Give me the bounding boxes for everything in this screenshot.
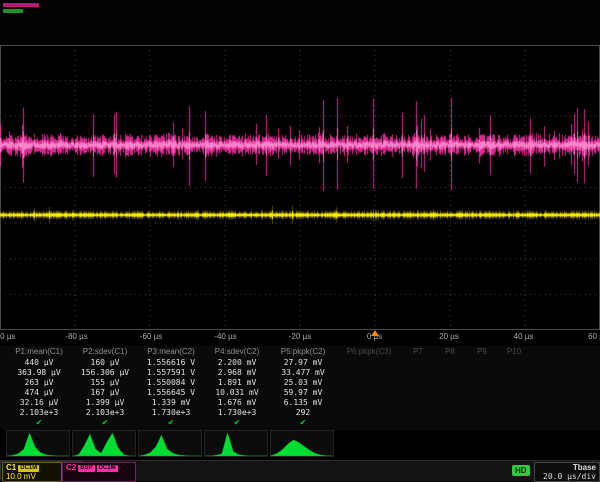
measure-status-check: ✔ bbox=[102, 418, 109, 428]
measure-status-check: ✔ bbox=[300, 418, 307, 428]
measure-value: 1.730e+3 bbox=[152, 408, 191, 418]
measure-status-check: ✔ bbox=[36, 418, 43, 428]
measure-header[interactable]: P2:sdev(C1) bbox=[83, 346, 127, 358]
measure-value: 1.399 µV bbox=[86, 398, 125, 408]
measure-column-9[interactable]: P9 bbox=[466, 346, 498, 358]
measure-value: 32.16 µV bbox=[20, 398, 59, 408]
channel-c1-label: C1 bbox=[6, 464, 16, 472]
coupling-chip: DC1M bbox=[18, 465, 39, 472]
measure-value: 1.557591 V bbox=[147, 368, 195, 378]
measure-value: 1.339 mV bbox=[152, 398, 191, 408]
measure-header[interactable]: P6:pkpk(C3) bbox=[347, 346, 391, 358]
measure-value: 292 bbox=[296, 408, 310, 418]
time-label: -60 µs bbox=[140, 332, 162, 341]
measure-header[interactable]: P1:mean(C1) bbox=[15, 346, 63, 358]
channel-c2-chips: BSPDC1M bbox=[78, 465, 117, 472]
measure-value: 6.135 mV bbox=[284, 398, 323, 408]
measure-value: 263 µV bbox=[25, 378, 54, 388]
time-label: -40 µs bbox=[214, 332, 236, 341]
timebase-label: Tbase bbox=[573, 464, 596, 472]
measure-value: 59.97 mV bbox=[284, 388, 323, 398]
histogram-shape bbox=[7, 431, 69, 456]
measure-value: 33.477 mV bbox=[281, 368, 324, 378]
measure-column-7[interactable]: P7 bbox=[402, 346, 434, 358]
histogram-shape bbox=[139, 431, 201, 456]
time-label: -100 µs bbox=[0, 332, 15, 341]
channel-c2-label: C2 bbox=[66, 464, 76, 472]
measure-status-check: ✔ bbox=[234, 418, 241, 428]
measure-column-3[interactable]: P3:mean(C2)1.556616 V1.557591 V1.550084 … bbox=[138, 346, 204, 428]
corner-annotation-line2 bbox=[3, 9, 23, 13]
histogram-shape bbox=[73, 431, 135, 456]
measure-header[interactable]: P8 bbox=[445, 346, 455, 358]
coupling-chip: BSP bbox=[78, 465, 94, 472]
waveform-traces bbox=[0, 45, 600, 330]
measure-value: 27.97 mV bbox=[284, 358, 323, 368]
measure-value: 474 µV bbox=[25, 388, 54, 398]
descriptor-bar: C1 DC1M 10.0 mV C2 BSPDC1M + HD Tbase 20… bbox=[0, 460, 600, 481]
measure-value: 1.676 mV bbox=[218, 398, 257, 408]
measure-value: 440 µV bbox=[25, 358, 54, 368]
measure-value: 1.891 mV bbox=[218, 378, 257, 388]
measure-value: 2.968 mV bbox=[218, 368, 257, 378]
time-label: 20 µs bbox=[439, 332, 459, 341]
measure-header[interactable]: P3:mean(C2) bbox=[147, 346, 195, 358]
measure-column-10[interactable]: P10 bbox=[498, 346, 530, 358]
coupling-chip: DC1M bbox=[97, 465, 118, 472]
corner-annotation bbox=[3, 3, 39, 13]
measure-column-4[interactable]: P4:sdev(C2)2.200 mV2.968 mV1.891 mV10.03… bbox=[204, 346, 270, 428]
measure-value: 167 µV bbox=[91, 388, 120, 398]
measure-header[interactable]: P7 bbox=[413, 346, 423, 358]
trigger-position-marker[interactable] bbox=[371, 330, 379, 336]
histicon-5[interactable] bbox=[270, 430, 334, 457]
time-axis: -100 µs-80 µs-60 µs-40 µs-20 µs0 µs20 µs… bbox=[0, 332, 600, 345]
measure-column-8[interactable]: P8 bbox=[434, 346, 466, 358]
histicon-row bbox=[6, 430, 334, 457]
histogram-shape bbox=[271, 431, 333, 456]
histicon-2[interactable] bbox=[72, 430, 136, 457]
histicon-4[interactable] bbox=[204, 430, 268, 457]
channel-c2-descriptor[interactable]: C2 BSPDC1M bbox=[62, 462, 136, 482]
measure-value: 156.306 µV bbox=[81, 368, 129, 378]
time-label: -80 µs bbox=[65, 332, 87, 341]
measure-table: P1:mean(C1)440 µV363.98 µV263 µV474 µV32… bbox=[0, 346, 600, 430]
measure-header[interactable]: P5:pkpk(C2) bbox=[281, 346, 325, 358]
measure-value: 1.730e+3 bbox=[218, 408, 257, 418]
hd-mode-badge[interactable]: HD bbox=[512, 465, 530, 476]
measure-column-5[interactable]: P5:pkpk(C2)27.97 mV33.477 mV25.03 mV59.9… bbox=[270, 346, 336, 428]
measure-value: 2.200 mV bbox=[218, 358, 257, 368]
corner-annotation-line1 bbox=[3, 3, 39, 7]
measure-value: 2.103e+3 bbox=[20, 408, 59, 418]
histicon-1[interactable] bbox=[6, 430, 70, 457]
measure-value: 2.103e+3 bbox=[86, 408, 125, 418]
waveform-display[interactable] bbox=[0, 45, 600, 330]
time-label: 40 µs bbox=[514, 332, 534, 341]
measure-value: 1.556616 V bbox=[147, 358, 195, 368]
measure-value: 363.98 µV bbox=[17, 368, 60, 378]
measure-value: 10.031 mV bbox=[215, 388, 258, 398]
channel-c1-descriptor[interactable]: C1 DC1M 10.0 mV bbox=[2, 462, 62, 482]
timebase-descriptor[interactable]: Tbase 20.0 µs/div bbox=[534, 462, 600, 482]
measure-header[interactable]: P10 bbox=[507, 346, 521, 358]
measure-value: 25.03 mV bbox=[284, 378, 323, 388]
measure-header[interactable]: P9 bbox=[477, 346, 487, 358]
measure-column-6[interactable]: P6:pkpk(C3) bbox=[336, 346, 402, 358]
measure-value: 1.556645 V bbox=[147, 388, 195, 398]
measure-status-check: ✔ bbox=[168, 418, 175, 428]
histogram-shape bbox=[205, 431, 267, 456]
time-label: 60 µs bbox=[588, 332, 600, 341]
channel-c1-chips: DC1M bbox=[18, 465, 39, 472]
measure-value: 160 µV bbox=[91, 358, 120, 368]
histicon-3[interactable] bbox=[138, 430, 202, 457]
measure-value: 155 µV bbox=[91, 378, 120, 388]
measure-column-2[interactable]: P2:sdev(C1)160 µV156.306 µV155 µV167 µV1… bbox=[72, 346, 138, 428]
top-strip bbox=[0, 0, 600, 45]
measure-value: 1.550084 V bbox=[147, 378, 195, 388]
time-label: -20 µs bbox=[289, 332, 311, 341]
measure-column-1[interactable]: P1:mean(C1)440 µV363.98 µV263 µV474 µV32… bbox=[6, 346, 72, 428]
measure-header[interactable]: P4:sdev(C2) bbox=[215, 346, 259, 358]
